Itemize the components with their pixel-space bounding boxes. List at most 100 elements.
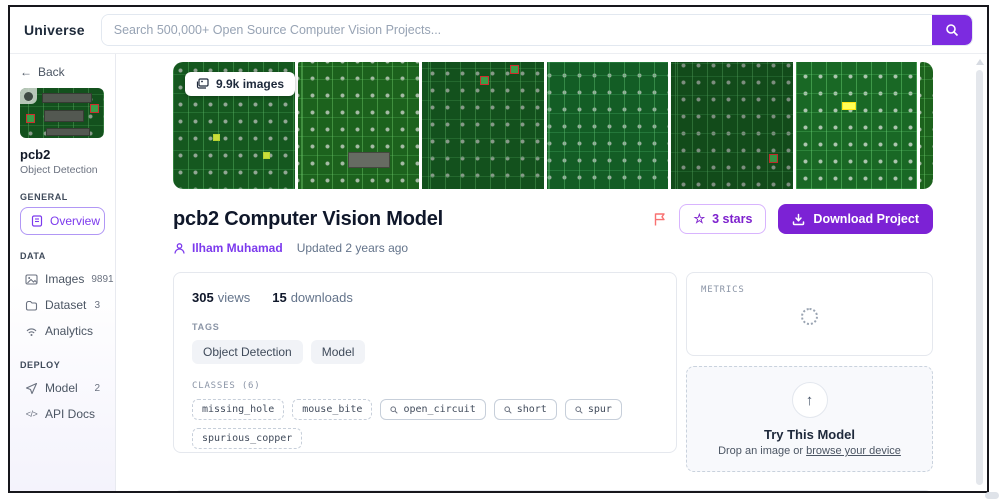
sidebar-item-label: Images [45,272,85,286]
classes-row: missing_hole mouse_bite open_circuit sho… [192,399,658,449]
sidebar-project-name: pcb2 [20,147,51,162]
stats-line: 305 views 15 downloads [192,290,658,305]
classes-label: CLASSES (6) [192,381,261,391]
sidebar-item-model[interactable]: Model 2 [20,375,105,401]
sidebar-item-label: Dataset [45,298,87,312]
description-card: A description for this project has not b… [173,490,933,491]
section-label-deploy: DEPLOY [20,360,61,370]
sample-image [920,62,933,189]
visibility-badge [20,88,37,104]
sample-image [795,62,917,189]
class-pill: missing_hole [192,399,285,420]
search-input[interactable] [101,15,932,45]
downloads-label: downloads [290,290,353,305]
loading-spinner-icon [801,308,818,325]
page-title: pcb2 Computer Vision Model [173,207,444,230]
class-name: spur [587,404,612,415]
sample-image [297,62,419,189]
star-button[interactable]: ☆ 3 stars [679,204,767,234]
sample-image [546,62,668,189]
sidebar-item-overview[interactable]: Overview [20,207,105,235]
sidebar-item-api-docs[interactable]: </> API Docs [20,401,105,427]
downloads-value: 15 [272,290,287,305]
class-pill: spurious_copper [192,428,303,449]
tags-row: Object Detection Model [192,340,658,364]
scroll-corner [985,492,999,499]
try-model-title: Try This Model [763,427,855,442]
dataset-icon [25,299,38,312]
search-icon [945,23,959,37]
class-pill-searchable[interactable]: open_circuit [380,399,486,420]
magnifier-icon [575,405,583,414]
flag-icon [653,212,667,227]
downloads-stat: 15 downloads [272,290,353,305]
images-icon [25,273,38,286]
title-row: pcb2 Computer Vision Model ☆ 3 stars Dow… [173,204,933,234]
user-icon [173,242,186,255]
image-count-badge[interactable]: 9.9k images [185,72,296,96]
search-bar [100,14,973,46]
screenshot-canvas: Universe ← Back [0,0,1000,501]
sample-image [671,62,793,189]
stats-card: 305 views 15 downloads TAGS Object Detecti… [173,272,677,453]
scrollbar[interactable] [975,59,984,491]
updated-label: Updated 2 years ago [296,241,409,255]
back-link[interactable]: ← Back [20,65,105,79]
class-pill-searchable[interactable]: short [493,399,557,420]
cards-row: 305 views 15 downloads TAGS Object Detecti… [173,272,933,472]
sample-images-strip[interactable]: 9.9k images [173,62,933,189]
sample-image [422,62,544,189]
topbar: Universe [10,7,987,54]
class-pill: mouse_bite [292,399,373,420]
sidebar-item-label: Overview [50,214,101,228]
download-project-button[interactable]: Download Project [778,204,933,234]
author-link[interactable]: Ilham Muhamad [192,241,283,255]
try-model-dropzone[interactable]: ↑ Try This Model Drop an image or browse… [686,366,933,472]
drop-text: Drop an image or [718,445,807,457]
class-name: short [516,404,547,415]
universe-logo[interactable]: Universe [24,22,85,38]
try-model-subtitle: Drop an image or browse your device [697,445,922,457]
class-name: spurious_copper [202,433,293,444]
star-count-label: 3 stars [712,212,753,226]
download-icon [792,213,805,226]
tag-pill[interactable]: Object Detection [192,340,303,364]
dataset-count-badge: 3 [94,299,100,311]
public-globe-icon [24,91,33,101]
magnifier-icon [390,405,399,414]
sidebar-item-analytics[interactable]: Analytics [20,318,105,344]
views-label: views [217,290,251,305]
byline: Ilham Muhamad Updated 2 years ago [173,241,933,255]
sidebar-item-dataset[interactable]: Dataset 3 [20,292,105,318]
main-area: 9.9k images pcb2 Computer Vision Model ☆… [116,54,987,491]
project-thumbnail[interactable] [20,88,104,138]
class-name: missing_hole [202,404,275,415]
analytics-icon [25,325,38,338]
upload-arrow-icon: ↑ [791,382,828,418]
class-pill-searchable[interactable]: spur [564,399,622,420]
code-icon: </> [25,409,38,419]
magnifier-icon [504,405,512,414]
tags-label: TAGS [192,322,220,332]
browse-device-link[interactable]: browse your device [806,445,901,457]
image-count-label: 9.9k images [216,77,285,91]
model-icon [25,382,38,395]
metrics-card: METRICS [686,272,933,356]
sidebar-item-label: Analytics [45,324,94,338]
views-stat: 305 views [192,290,250,305]
metrics-label: METRICS [701,285,745,295]
back-arrow-icon: ← [20,65,32,79]
views-value: 305 [192,290,214,305]
flag-button[interactable] [653,212,667,227]
scrollbar-thumb[interactable] [976,70,983,485]
right-column: METRICS ↑ Try This Model Drop an image o… [686,272,933,472]
overview-icon [30,215,43,228]
scroll-up-arrow-icon[interactable] [975,59,984,65]
sidebar-item-images[interactable]: Images 9891 [20,266,114,292]
sidebar-item-label: API Docs [45,407,96,421]
download-label: Download Project [813,212,919,226]
search-button[interactable] [932,15,972,45]
body: ← Back pcb2 Object Detection GENERAL Ove… [10,54,987,491]
photos-icon [196,78,209,90]
tag-pill[interactable]: Model [310,340,366,364]
